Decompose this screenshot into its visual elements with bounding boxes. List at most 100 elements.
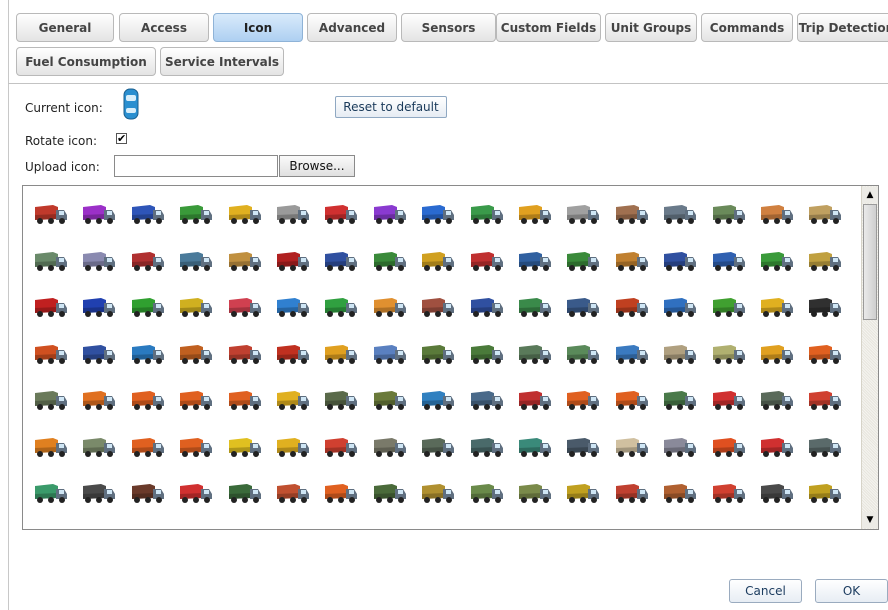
truck-icon[interactable] [757, 342, 795, 366]
truck-icon[interactable] [225, 202, 263, 226]
truck-icon[interactable] [79, 202, 117, 226]
truck-icon[interactable] [418, 435, 456, 459]
truck-icon[interactable] [418, 202, 456, 226]
truck-icon[interactable] [612, 202, 650, 226]
dump-truck-icon[interactable] [31, 435, 69, 459]
truck-icon[interactable] [79, 249, 117, 273]
truck-icon[interactable] [757, 388, 795, 412]
truck-cab-icon[interactable] [321, 295, 359, 319]
truck-icon[interactable] [128, 249, 166, 273]
semi-truck-icon[interactable] [757, 249, 795, 273]
truck-icon[interactable] [128, 528, 166, 530]
dump-truck-icon[interactable] [467, 295, 505, 319]
truck-icon[interactable] [660, 342, 698, 366]
truck-icon[interactable] [79, 481, 117, 505]
truck-icon[interactable] [467, 481, 505, 505]
truck-icon[interactable] [273, 202, 311, 226]
truck-icon[interactable] [79, 528, 117, 530]
tab-commands[interactable]: Commands [701, 13, 793, 42]
dump-truck-icon[interactable] [79, 388, 117, 412]
semi-truck-icon[interactable] [563, 249, 601, 273]
flatbed-truck-icon[interactable] [805, 295, 843, 319]
truck-icon[interactable] [660, 528, 698, 530]
dump-truck-icon[interactable] [273, 388, 311, 412]
truck-icon[interactable] [128, 202, 166, 226]
truck-icon[interactable] [757, 528, 795, 530]
truck-icon[interactable] [660, 202, 698, 226]
truck-icon[interactable] [612, 528, 650, 530]
cancel-button[interactable]: Cancel [729, 579, 802, 603]
truck-icon[interactable] [225, 249, 263, 273]
semi-truck-icon[interactable] [805, 249, 843, 273]
truck-icon[interactable] [709, 435, 747, 459]
truck-icon[interactable] [805, 435, 843, 459]
loader-icon[interactable] [225, 435, 263, 459]
truck-icon[interactable] [515, 202, 553, 226]
truck-icon[interactable] [370, 388, 408, 412]
dump-truck-icon[interactable] [515, 295, 553, 319]
semi-truck-icon[interactable] [709, 249, 747, 273]
truck-icon[interactable] [563, 528, 601, 530]
dump-truck-icon[interactable] [128, 435, 166, 459]
truck-icon[interactable] [805, 388, 843, 412]
truck-icon[interactable] [176, 202, 214, 226]
truck-icon[interactable] [805, 342, 843, 366]
tanker-truck-icon[interactable] [79, 435, 117, 459]
truck-icon[interactable] [467, 342, 505, 366]
truck-icon[interactable] [321, 528, 359, 530]
truck-cab-icon[interactable] [128, 295, 166, 319]
truck-icon[interactable] [563, 202, 601, 226]
truck-icon[interactable] [467, 528, 505, 530]
truck-icon[interactable] [612, 481, 650, 505]
truck-icon[interactable] [79, 342, 117, 366]
truck-icon[interactable] [31, 528, 69, 530]
truck-icon[interactable] [370, 202, 408, 226]
scrollbar-thumb[interactable] [863, 204, 877, 320]
truck-icon[interactable] [31, 249, 69, 273]
truck-icon[interactable] [515, 528, 553, 530]
truck-icon[interactable] [757, 481, 795, 505]
truck-icon[interactable] [757, 435, 795, 459]
truck-icon[interactable] [709, 202, 747, 226]
dump-truck-icon[interactable] [660, 388, 698, 412]
truck-cab-icon[interactable] [273, 295, 311, 319]
dump-truck-icon[interactable] [273, 435, 311, 459]
truck-icon[interactable] [418, 528, 456, 530]
truck-icon[interactable] [273, 342, 311, 366]
crane-truck-icon[interactable] [176, 342, 214, 366]
ok-button[interactable]: OK [815, 579, 888, 603]
truck-icon[interactable] [321, 435, 359, 459]
truck-icon[interactable] [176, 528, 214, 530]
dump-truck-icon[interactable] [176, 388, 214, 412]
truck-icon[interactable] [225, 342, 263, 366]
semi-truck-icon[interactable] [273, 249, 311, 273]
tab-advanced[interactable]: Advanced [307, 13, 397, 42]
truck-icon[interactable] [128, 481, 166, 505]
truck-icon[interactable] [660, 435, 698, 459]
truck-icon[interactable] [515, 388, 553, 412]
truck-icon[interactable] [321, 388, 359, 412]
truck-icon[interactable] [467, 435, 505, 459]
icon-grid-scrollbar[interactable]: ▲ ▼ [861, 186, 878, 529]
truck-icon[interactable] [321, 481, 359, 505]
scroll-up-arrow-icon[interactable]: ▲ [862, 187, 878, 203]
truck-icon[interactable] [709, 388, 747, 412]
dump-truck-icon[interactable] [563, 295, 601, 319]
semi-truck-icon[interactable] [418, 249, 456, 273]
truck-icon[interactable] [515, 342, 553, 366]
truck-icon[interactable] [418, 342, 456, 366]
fire-truck-icon[interactable] [176, 481, 214, 505]
truck-cab-icon[interactable] [176, 295, 214, 319]
truck-icon[interactable] [418, 388, 456, 412]
truck-icon[interactable] [612, 435, 650, 459]
dump-truck-icon[interactable] [612, 388, 650, 412]
flatbed-truck-icon[interactable] [660, 295, 698, 319]
truck-icon[interactable] [709, 481, 747, 505]
truck-icon[interactable] [370, 528, 408, 530]
truck-icon[interactable] [467, 202, 505, 226]
rotate-icon-checkbox[interactable]: ✔ [116, 133, 127, 144]
truck-icon[interactable] [273, 481, 311, 505]
truck-icon[interactable] [563, 342, 601, 366]
truck-cab-icon[interactable] [79, 295, 117, 319]
truck-icon[interactable] [321, 202, 359, 226]
